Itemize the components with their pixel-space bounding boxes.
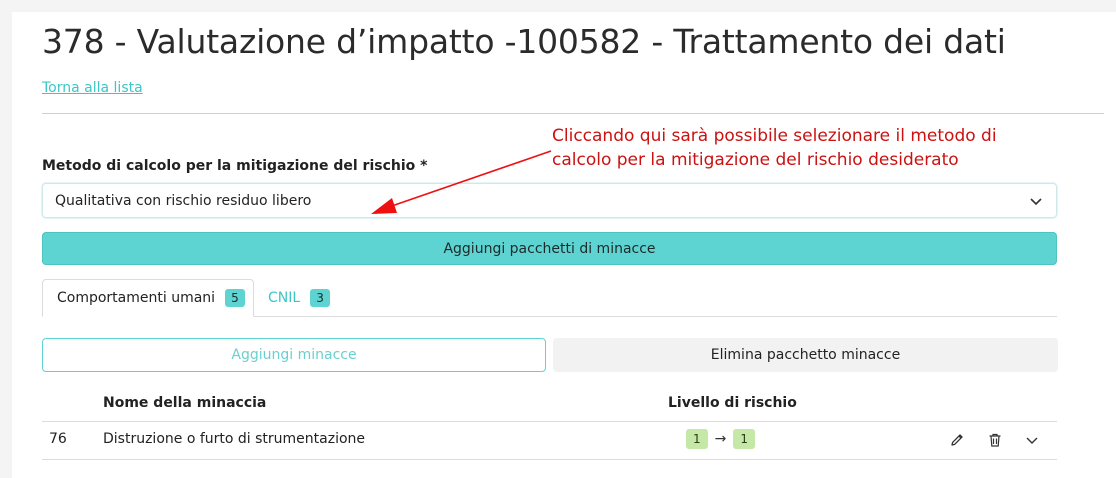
tab-label: Comportamenti umani: [57, 290, 216, 306]
table-header-divider: [42, 421, 1057, 422]
method-select-value: Qualitativa con rischio residuo libero: [55, 192, 312, 209]
back-to-list-link[interactable]: Torna alla lista: [42, 80, 143, 96]
trash-icon[interactable]: [986, 431, 1004, 449]
tab-comportamenti-umani[interactable]: Comportamenti umani 5: [42, 279, 254, 317]
add-threats-button[interactable]: Aggiungi minacce: [42, 338, 546, 372]
pencil-icon[interactable]: [948, 431, 966, 449]
chevron-down-icon[interactable]: [1023, 431, 1041, 449]
method-label: Metodo di calcolo per la mitigazione del…: [42, 158, 428, 174]
table-row-divider: [42, 459, 1057, 460]
threat-id: 76: [49, 431, 67, 447]
header-divider: [42, 113, 1104, 114]
annotation-text: Cliccando qui sarà possibile selezionare…: [552, 124, 1072, 172]
threat-name: Distruzione o furto di strumentazione: [103, 431, 366, 447]
inherent-risk-badge: 1: [686, 429, 708, 449]
tab-cnil[interactable]: CNIL 3: [268, 279, 330, 317]
tab-count-badge: 3: [310, 289, 330, 307]
residual-risk-badge: 1: [733, 429, 756, 449]
annotation-line-1: Cliccando qui sarà possibile selezionare…: [552, 126, 997, 146]
tab-bar: Comportamenti umani 5 CNIL 3: [42, 279, 1057, 317]
tab-count-badge: 5: [225, 289, 245, 307]
tab-label: CNIL: [268, 290, 301, 306]
method-select[interactable]: Qualitativa con rischio residuo libero: [42, 183, 1057, 218]
arrow-right-icon: →: [714, 431, 727, 447]
threat-name-header: Nome della minaccia: [103, 395, 267, 411]
chevron-down-icon: [1028, 193, 1044, 209]
page-title: 378 - Valutazione d’impatto -100582 - Tr…: [42, 22, 1006, 61]
delete-threat-package-button[interactable]: Elimina pacchetto minacce: [553, 338, 1058, 372]
risk-level: 1 → 1: [686, 429, 756, 449]
annotation-line-2: calcolo per la mitigazione del rischio d…: [552, 150, 959, 170]
risk-level-header: Livello di rischio: [668, 395, 797, 411]
add-threat-packages-button[interactable]: Aggiungi pacchetti di minacce: [42, 232, 1057, 265]
